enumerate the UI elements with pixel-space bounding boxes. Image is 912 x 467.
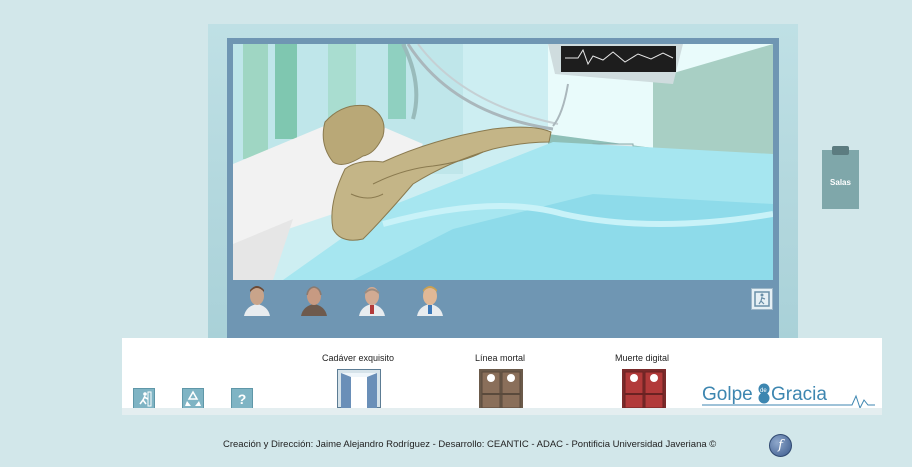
exit-button[interactable] xyxy=(133,388,155,410)
door-muerte-digital[interactable] xyxy=(622,369,666,409)
portrait-man-4-icon[interactable] xyxy=(413,282,447,316)
rooms-panel: ? Cadáver exquisito Línea mortal Muerte … xyxy=(122,338,882,410)
panel-floor xyxy=(122,408,882,415)
room-label-muerte-digital: Muerte digital xyxy=(615,353,670,363)
door-cadaver-exquisito[interactable] xyxy=(336,368,382,409)
hospital-scene xyxy=(233,44,773,280)
portrait-man-1-icon[interactable] xyxy=(240,282,274,316)
monitor-frame xyxy=(208,24,798,338)
character-portraits xyxy=(235,282,771,320)
footer-credits: Creación y Dirección: Jaime Alejandro Ro… xyxy=(223,439,717,450)
golpe-de-gracia-logo: Golpe de Gracia xyxy=(702,380,877,410)
salas-label: Salas xyxy=(830,178,851,187)
room-label-linea-mortal: Línea mortal xyxy=(475,353,526,363)
scene-frame xyxy=(227,38,779,338)
portrait-man-3-icon[interactable] xyxy=(355,282,389,316)
exit-door-icon xyxy=(754,291,770,307)
scene-exit-button[interactable] xyxy=(751,288,773,310)
clipboard-clip-icon xyxy=(832,146,849,155)
flash-player-icon[interactable]: f xyxy=(769,434,792,457)
room-label-cadaver: Cadáver exquisito xyxy=(322,353,395,363)
logo-part3: Gracia xyxy=(771,384,827,405)
portrait-man-2-icon[interactable] xyxy=(297,282,331,316)
recycle-button[interactable] xyxy=(182,388,204,410)
help-button[interactable]: ? xyxy=(231,388,253,410)
salas-clipboard-button[interactable]: Salas xyxy=(822,146,859,209)
logo-part1: Golpe xyxy=(702,384,753,405)
door-linea-mortal[interactable] xyxy=(479,369,523,409)
running-exit-icon xyxy=(139,391,152,407)
logo-part2: de xyxy=(760,388,767,394)
recycle-icon xyxy=(185,390,201,406)
